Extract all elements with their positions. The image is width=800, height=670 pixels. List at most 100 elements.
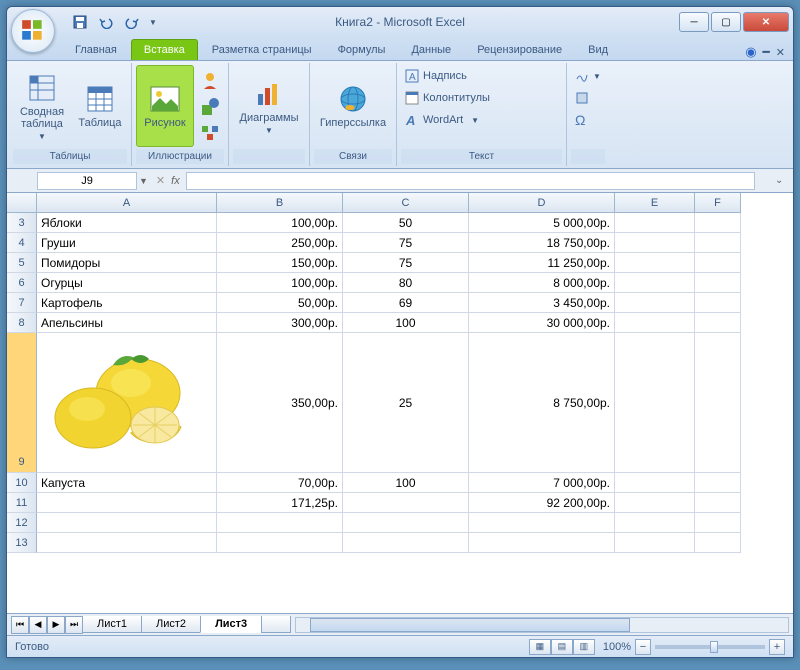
spreadsheet-grid-row9[interactable]: 9 [7,333,793,473]
row-header[interactable]: 6 [7,273,37,293]
cell[interactable] [695,513,741,533]
tab-pagelayout[interactable]: Разметка страницы [200,40,324,60]
cell[interactable] [217,513,343,533]
formula-input[interactable] [186,172,755,190]
sheet-nav-prev[interactable]: ◀ [29,616,47,634]
signature-button[interactable]: ▼ [571,65,605,87]
tab-formulas[interactable]: Формулы [326,40,398,60]
spreadsheet-grid-cont[interactable]: 10 Капуста 70,00р. 100 7 000,00р. 11 171… [7,473,793,553]
cell[interactable] [695,473,741,493]
row-header[interactable]: 13 [7,533,37,553]
tab-home[interactable]: Главная [63,40,129,60]
cell[interactable]: 11 250,00р. [469,253,615,273]
doc-close-button[interactable]: ✕ [776,46,785,59]
sheet-tab-1[interactable]: Лист1 [82,616,142,633]
cell[interactable] [695,333,741,473]
cell[interactable] [615,493,695,513]
cell[interactable]: 80 [343,273,469,293]
cell[interactable] [695,213,741,233]
row-header[interactable]: 4 [7,233,37,253]
tab-insert[interactable]: Вставка [131,39,198,60]
row-header[interactable]: 10 [7,473,37,493]
cell[interactable] [615,313,695,333]
shapes-button[interactable] [198,95,222,119]
save-button[interactable] [69,11,91,33]
cell[interactable]: 92 200,00р. [469,493,615,513]
cell[interactable]: 150,00р. [217,253,343,273]
cell[interactable]: 50,00р. [217,293,343,313]
cell[interactable]: 8 000,00р. [469,273,615,293]
row-header[interactable]: 8 [7,313,37,333]
sheet-nav-first[interactable]: ⏮ [11,616,29,634]
cell[interactable] [695,313,741,333]
doc-minimize-button[interactable]: ━ [763,45,770,59]
cell[interactable] [695,533,741,553]
cell[interactable] [37,513,217,533]
sheet-tab-3[interactable]: Лист3 [200,616,262,633]
cell[interactable] [615,273,695,293]
close-button[interactable]: ✕ [743,12,789,32]
cell-with-image[interactable] [37,333,217,473]
cell[interactable]: 69 [343,293,469,313]
row-header[interactable]: 9 [7,333,37,473]
wordart-button[interactable]: AWordArt▼ [401,109,483,131]
cell[interactable]: 100 [343,313,469,333]
cell[interactable] [615,533,695,553]
tab-data[interactable]: Данные [399,40,463,60]
row-header[interactable]: 7 [7,293,37,313]
cell[interactable]: 100,00р. [217,273,343,293]
picture-button[interactable]: Рисунок [136,65,194,147]
name-dropdown-icon[interactable]: ▼ [139,176,148,186]
name-box[interactable]: J9 [37,172,137,190]
cell[interactable] [615,293,695,313]
pivot-table-button[interactable]: Сводная таблица ▼ [13,65,71,147]
cell[interactable]: 70,00р. [217,473,343,493]
cell[interactable] [37,493,217,513]
cell[interactable]: Помидоры [37,253,217,273]
cell[interactable]: 171,25р. [217,493,343,513]
fx-label[interactable]: fx [171,175,180,187]
col-header-C[interactable]: C [343,193,469,213]
cell[interactable] [217,533,343,553]
cell[interactable]: 3 450,00р. [469,293,615,313]
zoom-thumb[interactable] [710,641,718,653]
cell[interactable]: 7 000,00р. [469,473,615,493]
smartart-button[interactable] [198,121,222,145]
row-header[interactable]: 3 [7,213,37,233]
charts-button[interactable]: Диаграммы ▼ [233,65,305,147]
redo-button[interactable] [121,11,143,33]
cell[interactable]: Капуста [37,473,217,493]
cell[interactable] [469,533,615,553]
cell[interactable] [695,233,741,253]
cell[interactable] [37,533,217,553]
row-header[interactable]: 5 [7,253,37,273]
col-header-B[interactable]: B [217,193,343,213]
cell[interactable]: Картофель [37,293,217,313]
row-header[interactable]: 11 [7,493,37,513]
view-pagelayout[interactable]: ▤ [551,639,573,655]
cell[interactable]: 75 [343,233,469,253]
select-all-corner[interactable] [7,193,37,213]
help-icon[interactable]: ◉ [745,44,756,60]
col-header-D[interactable]: D [469,193,615,213]
textbox-button[interactable]: AНадпись [401,65,471,87]
cell[interactable]: 350,00р. [217,333,343,473]
headerfooter-button[interactable]: Колонтитулы [401,87,494,109]
cancel-icon[interactable]: ✕ [156,174,165,187]
tab-review[interactable]: Рецензирование [465,40,574,60]
cell[interactable] [615,213,695,233]
cell[interactable]: Апельсины [37,313,217,333]
view-normal[interactable]: ▦ [529,639,551,655]
cell[interactable] [343,493,469,513]
cell[interactable]: 300,00р. [217,313,343,333]
cell[interactable]: 25 [343,333,469,473]
cell[interactable]: Груши [37,233,217,253]
hyperlink-button[interactable]: Гиперссылка [314,65,392,147]
cell[interactable] [615,333,695,473]
symbol-button[interactable]: Ω [571,109,589,131]
zoom-in-button[interactable]: + [769,639,785,655]
cell[interactable] [615,513,695,533]
cell[interactable]: 8 750,00р. [469,333,615,473]
cell[interactable]: 18 750,00р. [469,233,615,253]
cell[interactable]: 5 000,00р. [469,213,615,233]
